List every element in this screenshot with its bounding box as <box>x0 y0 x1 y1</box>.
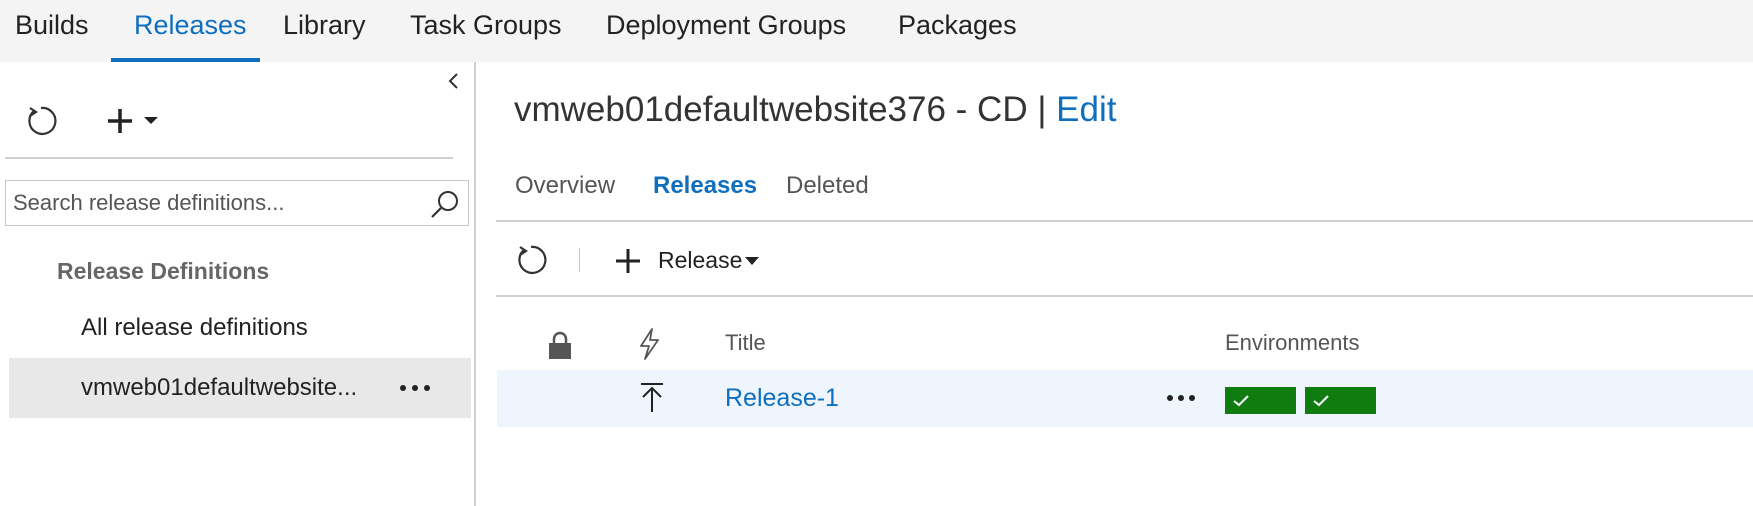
add-icon <box>614 247 642 275</box>
add-icon <box>108 109 132 133</box>
release-title-link[interactable]: Release-1 <box>725 370 839 427</box>
more-icon[interactable] <box>1165 386 1197 410</box>
column-header-environments[interactable]: Environments <box>1225 330 1360 356</box>
sidebar-item-label: vmweb01defaultwebsite... <box>81 374 358 401</box>
caret-down-icon <box>744 254 760 266</box>
section-heading: Release Definitions <box>57 258 270 284</box>
page-title: vmweb01defaultwebsite376 - CD | Edit <box>514 90 1116 130</box>
edit-link[interactable]: Edit <box>1056 90 1116 129</box>
refresh-icon[interactable] <box>24 104 58 138</box>
environment-status-badge[interactable] <box>1225 387 1296 414</box>
lightning-icon <box>636 328 662 360</box>
tab-packages[interactable]: Packages <box>898 0 1017 62</box>
caret-down-icon <box>144 117 158 124</box>
new-release-label: Release <box>658 247 743 273</box>
search-input[interactable] <box>13 181 423 225</box>
environment-status-badge[interactable] <box>1305 387 1376 414</box>
tab-overview[interactable]: Overview <box>515 172 615 200</box>
top-nav: Builds Releases Library Task Groups Depl… <box>0 0 1753 62</box>
tab-deployment-groups[interactable]: Deployment Groups <box>606 0 846 62</box>
tab-builds[interactable]: Builds <box>15 0 89 62</box>
table-row[interactable]: Release-1 <box>497 370 1753 427</box>
tab-task-groups[interactable]: Task Groups <box>410 0 562 62</box>
divider <box>496 220 1753 222</box>
toolbar-separator <box>579 248 580 272</box>
tab-releases[interactable]: Releases <box>134 0 247 62</box>
search-box <box>5 180 469 226</box>
definition-title: vmweb01defaultwebsite376 - CD <box>514 90 1028 129</box>
column-header-title[interactable]: Title <box>725 330 766 356</box>
refresh-icon[interactable] <box>514 243 548 277</box>
search-icon[interactable] <box>428 187 462 221</box>
sidebar-item-all-definitions[interactable]: All release definitions <box>9 298 471 358</box>
divider <box>496 295 1753 297</box>
sidebar-item-label: All release definitions <box>81 314 308 341</box>
sidebar-item-definition[interactable]: vmweb01defaultwebsite... <box>9 358 471 418</box>
panel-divider[interactable] <box>474 62 476 506</box>
title-separator: | <box>1037 90 1047 129</box>
chevron-left-icon[interactable] <box>444 68 464 94</box>
tab-library[interactable]: Library <box>283 0 366 62</box>
lock-icon <box>548 330 572 360</box>
tab-deleted[interactable]: Deleted <box>786 172 869 200</box>
check-icon <box>1313 395 1329 407</box>
divider <box>5 157 453 159</box>
tab-releases-list[interactable]: Releases <box>653 172 757 200</box>
check-icon <box>1233 395 1249 407</box>
add-definition-button[interactable] <box>106 104 164 138</box>
more-icon[interactable] <box>395 376 435 400</box>
deploy-arrow-icon <box>637 382 667 414</box>
